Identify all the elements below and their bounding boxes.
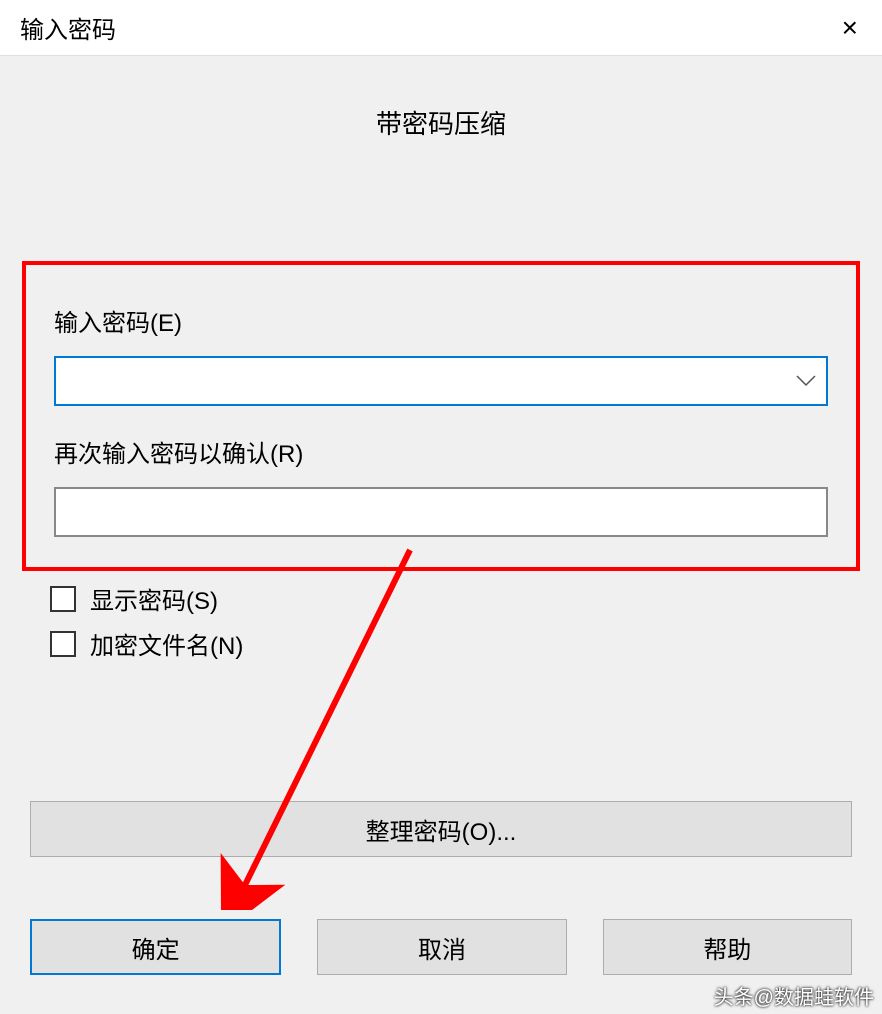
show-password-row: 显示密码(S)	[50, 581, 862, 616]
password-input[interactable]	[54, 356, 828, 406]
confirm-password-label: 再次输入密码以确认(R)	[54, 434, 828, 469]
show-password-label: 显示密码(S)	[90, 581, 218, 616]
cancel-button-label: 取消	[418, 930, 466, 965]
password-label: 输入密码(E)	[54, 303, 828, 338]
encrypt-filenames-checkbox[interactable]	[50, 631, 76, 657]
ok-button-label: 确定	[132, 930, 180, 965]
organize-button-label: 整理密码(O)...	[366, 812, 517, 847]
confirm-password-input[interactable]	[54, 487, 828, 537]
watermark-text: 头条@数据蛙软件	[714, 981, 874, 1010]
close-icon[interactable]: ×	[834, 12, 866, 44]
confirm-input-wrapper	[54, 487, 828, 537]
password-section-highlight: 输入密码(E) 再次输入密码以确认(R)	[22, 261, 860, 571]
show-password-checkbox[interactable]	[50, 586, 76, 612]
window-title: 输入密码	[20, 10, 116, 45]
titlebar: 输入密码 ×	[0, 0, 882, 56]
dialog-content: 带密码压缩 输入密码(E) 再次输入密码以确认(R) 显示密码(S) 加密文件名…	[0, 104, 882, 975]
organize-passwords-button[interactable]: 整理密码(O)...	[30, 801, 852, 857]
help-button-label: 帮助	[703, 930, 751, 965]
help-button[interactable]: 帮助	[603, 919, 852, 975]
encrypt-filenames-row: 加密文件名(N)	[50, 626, 862, 661]
encrypt-filenames-label: 加密文件名(N)	[90, 626, 243, 661]
dialog-button-row: 确定 取消 帮助	[20, 919, 862, 975]
ok-button[interactable]: 确定	[30, 919, 281, 975]
password-input-wrapper	[54, 356, 828, 406]
dialog-heading: 带密码压缩	[20, 104, 862, 141]
cancel-button[interactable]: 取消	[317, 919, 566, 975]
